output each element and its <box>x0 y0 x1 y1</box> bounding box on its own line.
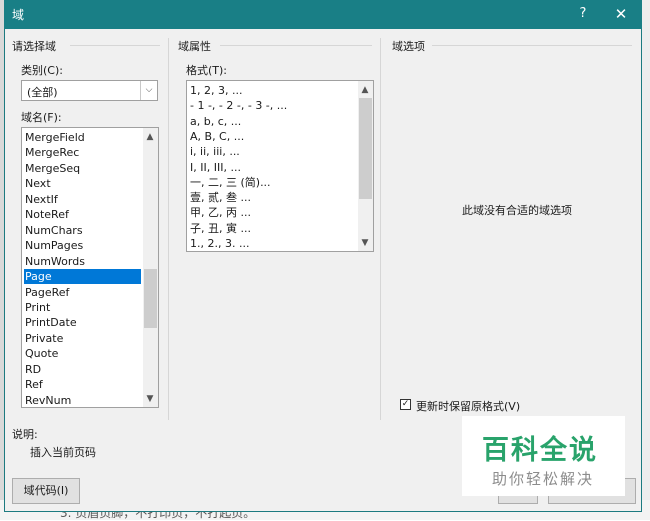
scroll-down-icon[interactable]: ▼ <box>143 392 157 406</box>
field-list-scrollbar[interactable] <box>143 128 158 407</box>
field-name-item[interactable]: Private <box>24 331 141 346</box>
field-name-item[interactable]: NumChars <box>24 223 141 238</box>
preserve-format-checkbox[interactable]: ✓ <box>400 399 411 410</box>
category-value: (全部) <box>27 86 58 99</box>
watermark-tagline: 助你轻松解决 <box>492 470 595 488</box>
format-list[interactable]: 1, 2, 3, ... - 1 -, - 2 -, - 3 -, ... a, b… <box>186 80 374 252</box>
field-name-item[interactable]: NumWords <box>24 254 141 269</box>
field-name-item[interactable]: Next <box>24 176 141 191</box>
choose-field-heading: 请选择域 <box>12 40 56 53</box>
description-label: 说明: <box>12 428 38 441</box>
format-item[interactable]: 一, 二, 三 (简)... <box>189 175 356 190</box>
field-properties-heading: 域属性 <box>178 40 211 53</box>
document-edge-right <box>642 0 650 520</box>
format-item[interactable]: A, B, C, ... <box>189 129 356 144</box>
format-item[interactable]: 1., 2., 3. ... <box>189 236 356 251</box>
checkmark-icon: ✓ <box>401 399 410 409</box>
dialog-title: 域 <box>12 8 25 22</box>
field-name-item[interactable]: NumPages <box>24 238 141 253</box>
scroll-up-icon[interactable]: ▲ <box>358 83 372 97</box>
category-label: 类别(C): <box>21 64 63 77</box>
format-item[interactable]: 壹, 贰, 叁 ... <box>189 190 356 205</box>
format-item[interactable]: a, b, c, ... <box>189 114 356 129</box>
format-item[interactable]: 子, 丑, 寅 ... <box>189 221 356 236</box>
field-name-item[interactable]: MergeField <box>24 130 141 145</box>
no-options-text: 此域没有合适的域选项 <box>462 204 572 217</box>
scroll-down-icon[interactable]: ▼ <box>358 236 372 250</box>
field-codes-button[interactable]: 域代码(I) <box>12 478 80 504</box>
field-name-item[interactable]: NoteRef <box>24 207 141 222</box>
field-names-list[interactable]: MergeField MergeRec MergeSeq Next NextIf Note… <box>21 127 159 408</box>
format-item[interactable]: 1, 2, 3, ... <box>189 83 356 98</box>
field-name-item[interactable]: PageRef <box>24 285 141 300</box>
description-text: 插入当前页码 <box>30 446 96 459</box>
heading-rule <box>70 45 160 46</box>
field-names-label: 域名(F): <box>21 111 62 124</box>
field-name-item[interactable]: RD <box>24 362 141 377</box>
category-select[interactable]: (全部) ⌵ <box>21 80 158 101</box>
field-name-item[interactable]: NextIf <box>24 192 141 207</box>
column-divider <box>380 38 381 420</box>
field-name-item[interactable]: Ref <box>24 377 141 392</box>
field-list-scroll-thumb[interactable] <box>144 269 157 328</box>
format-label: 格式(T): <box>186 64 228 77</box>
format-list-scroll-thumb[interactable] <box>359 98 372 199</box>
field-name-item[interactable]: PrintDate <box>24 315 141 330</box>
field-name-item[interactable]: RevNum <box>24 393 141 407</box>
chevron-down-icon[interactable]: ⌵ <box>140 81 157 100</box>
format-item[interactable]: i, ii, iii, ... <box>189 144 356 159</box>
dialog-titlebar[interactable] <box>4 0 642 29</box>
close-button[interactable]: ✕ <box>610 3 632 25</box>
preserve-format-label[interactable]: 更新时保留原格式(V) <box>416 398 520 414</box>
field-options-heading: 域选项 <box>392 40 425 53</box>
watermark-logo: 百科全说 <box>482 435 598 466</box>
format-item[interactable]: - 1 -, - 2 -, - 3 -, ... <box>189 98 356 113</box>
field-name-item[interactable]: Quote <box>24 346 141 361</box>
help-button[interactable]: ? <box>572 3 594 25</box>
field-name-item[interactable]: Page <box>24 269 141 285</box>
field-name-item[interactable]: MergeRec <box>24 145 141 160</box>
format-item[interactable]: I, II, III, ... <box>189 160 356 175</box>
heading-rule <box>432 45 632 46</box>
column-divider <box>168 38 169 420</box>
scroll-up-icon[interactable]: ▲ <box>143 130 157 144</box>
heading-rule <box>220 45 372 46</box>
field-name-item[interactable]: MergeSeq <box>24 161 141 176</box>
field-name-item[interactable]: Print <box>24 300 141 315</box>
format-item[interactable]: 甲, 乙, 丙 ... <box>189 205 356 220</box>
